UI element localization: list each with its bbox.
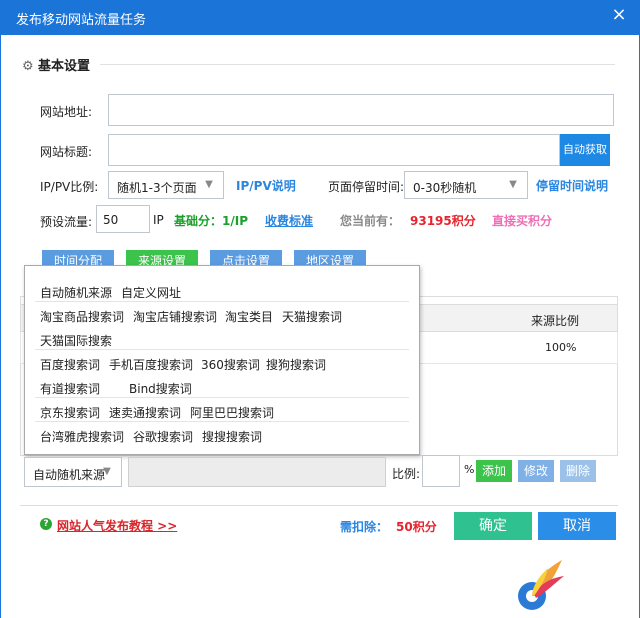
dd-item-soso[interactable]: 搜搜搜索词: [202, 428, 262, 445]
current-points-label: 您当前有：: [340, 214, 401, 228]
dd-item-tmall-intl[interactable]: 天猫国际搜索: [40, 332, 112, 349]
ippv-select[interactable]: 随机1-3个页面 ▼: [108, 171, 224, 199]
buy-points-link[interactable]: 直接买积分: [492, 212, 552, 229]
dd-item-auto-random[interactable]: 自动随机来源: [40, 284, 112, 301]
divider: [35, 349, 409, 350]
divider: [35, 397, 409, 398]
dd-item-sogou[interactable]: 搜狗搜索词: [266, 356, 326, 373]
add-button[interactable]: 添加: [476, 460, 512, 482]
dd-item-taobao-shop[interactable]: 淘宝店铺搜索词: [133, 308, 217, 325]
dd-item-jd[interactable]: 京东搜索词: [40, 404, 100, 421]
site-title-input[interactable]: [108, 134, 560, 166]
confirm-button[interactable]: 确定: [454, 512, 532, 540]
close-icon[interactable]: ×: [608, 4, 630, 26]
traffic-input-value: 50: [103, 213, 119, 227]
base-score-text: 基础分：1/IP: [174, 214, 248, 228]
dd-item-youdao[interactable]: 有道搜索词: [40, 380, 100, 397]
dd-item-360[interactable]: 360搜索词: [201, 356, 260, 373]
section-header: ⚙ 基本设置: [22, 55, 90, 74]
delete-button[interactable]: 删除: [560, 460, 596, 482]
source-select[interactable]: 自动随机来‌源 ▼: [24, 457, 122, 487]
source-dropdown-list: 自动随机来源 自定义网址 淘宝商品搜索词 淘宝店铺搜索词 淘宝类目 天猫搜索词 …: [24, 265, 420, 455]
dd-item-alibaba[interactable]: 阿里巴巴搜索词: [190, 404, 274, 421]
dd-item-yahoo-tw[interactable]: 台湾雅虎搜索词: [40, 428, 124, 445]
stay-time-select-value: 0-30秒随机: [413, 181, 477, 195]
dd-item-taobao-product[interactable]: 淘宝商品搜索词: [40, 308, 124, 325]
stay-time-help-link[interactable]: 停留时间说明: [536, 177, 608, 194]
dd-item-bind[interactable]: Bind搜索词: [129, 380, 192, 397]
dd-item-aliexpress[interactable]: 速卖通搜索词: [109, 404, 181, 421]
ippv-label: IP/PV比例:: [40, 180, 99, 194]
divider: [35, 421, 409, 422]
site-url-input[interactable]: [108, 94, 614, 126]
stay-time-label: 页面停留时间:: [328, 180, 405, 194]
site-url-label: 网站地址:: [40, 105, 93, 119]
section-title: 基本设置: [38, 59, 91, 74]
gear-icon: ⚙: [22, 59, 34, 74]
app-logo: [518, 560, 564, 610]
footer-divider: [20, 505, 618, 506]
chevron-down-icon: ▼: [205, 179, 213, 190]
window-title: 发布移动网站流量任务: [16, 13, 147, 28]
traffic-label: 预设流量:: [40, 215, 93, 229]
traffic-input[interactable]: 50: [96, 205, 150, 233]
tutorial-link[interactable]: 网站人气发布教程 >>: [57, 517, 177, 534]
deduct-label: 需扣除：: [340, 520, 389, 534]
help-icon: ?: [40, 518, 52, 530]
source-url-input[interactable]: [128, 457, 386, 487]
traffic-unit: IP: [153, 213, 164, 227]
title-bar: 发布移动网站流量任务 ×: [0, 0, 640, 35]
col-ratio-header: 来源比例: [531, 314, 580, 328]
ippv-help-link[interactable]: IP/PV说明: [236, 177, 296, 194]
dd-item-baidu[interactable]: 百度搜索词: [40, 356, 100, 373]
section-divider: [100, 64, 615, 65]
stay-time-select[interactable]: 0-30秒随机 ▼: [404, 171, 528, 199]
auto-fetch-button[interactable]: 自动获取: [560, 134, 610, 166]
dd-item-tmall[interactable]: 天猫搜索词: [282, 308, 342, 325]
divider: [35, 301, 409, 302]
edit-button[interactable]: 修改: [518, 460, 554, 482]
source-select-value: 自动随机来‌源: [33, 468, 106, 482]
chevron-down-icon: ▼: [509, 179, 517, 190]
dd-item-mobile-baidu[interactable]: 手机百度搜索词: [109, 356, 193, 373]
cancel-button[interactable]: 取消: [538, 512, 616, 540]
chevron-down-icon: ▼: [103, 466, 111, 477]
deduct-value: 50积分: [396, 520, 437, 534]
current-points-value: 93195积分: [410, 214, 476, 228]
ippv-select-value: 随机1-3个页面: [117, 181, 197, 195]
dd-item-google[interactable]: 谷歌搜索词: [133, 428, 193, 445]
ratio-input[interactable]: [422, 455, 460, 487]
dd-item-taobao-category[interactable]: 淘宝类目: [225, 308, 273, 325]
fee-standard-link[interactable]: 收费标准: [265, 212, 313, 229]
site-title-label: 网站标题:: [40, 145, 93, 159]
row-ratio-cell: 100%: [545, 341, 577, 354]
ratio-label: 比例:: [392, 467, 421, 481]
dd-item-custom-url[interactable]: 自定义网址: [121, 284, 181, 301]
percent-sign: %: [464, 463, 475, 476]
